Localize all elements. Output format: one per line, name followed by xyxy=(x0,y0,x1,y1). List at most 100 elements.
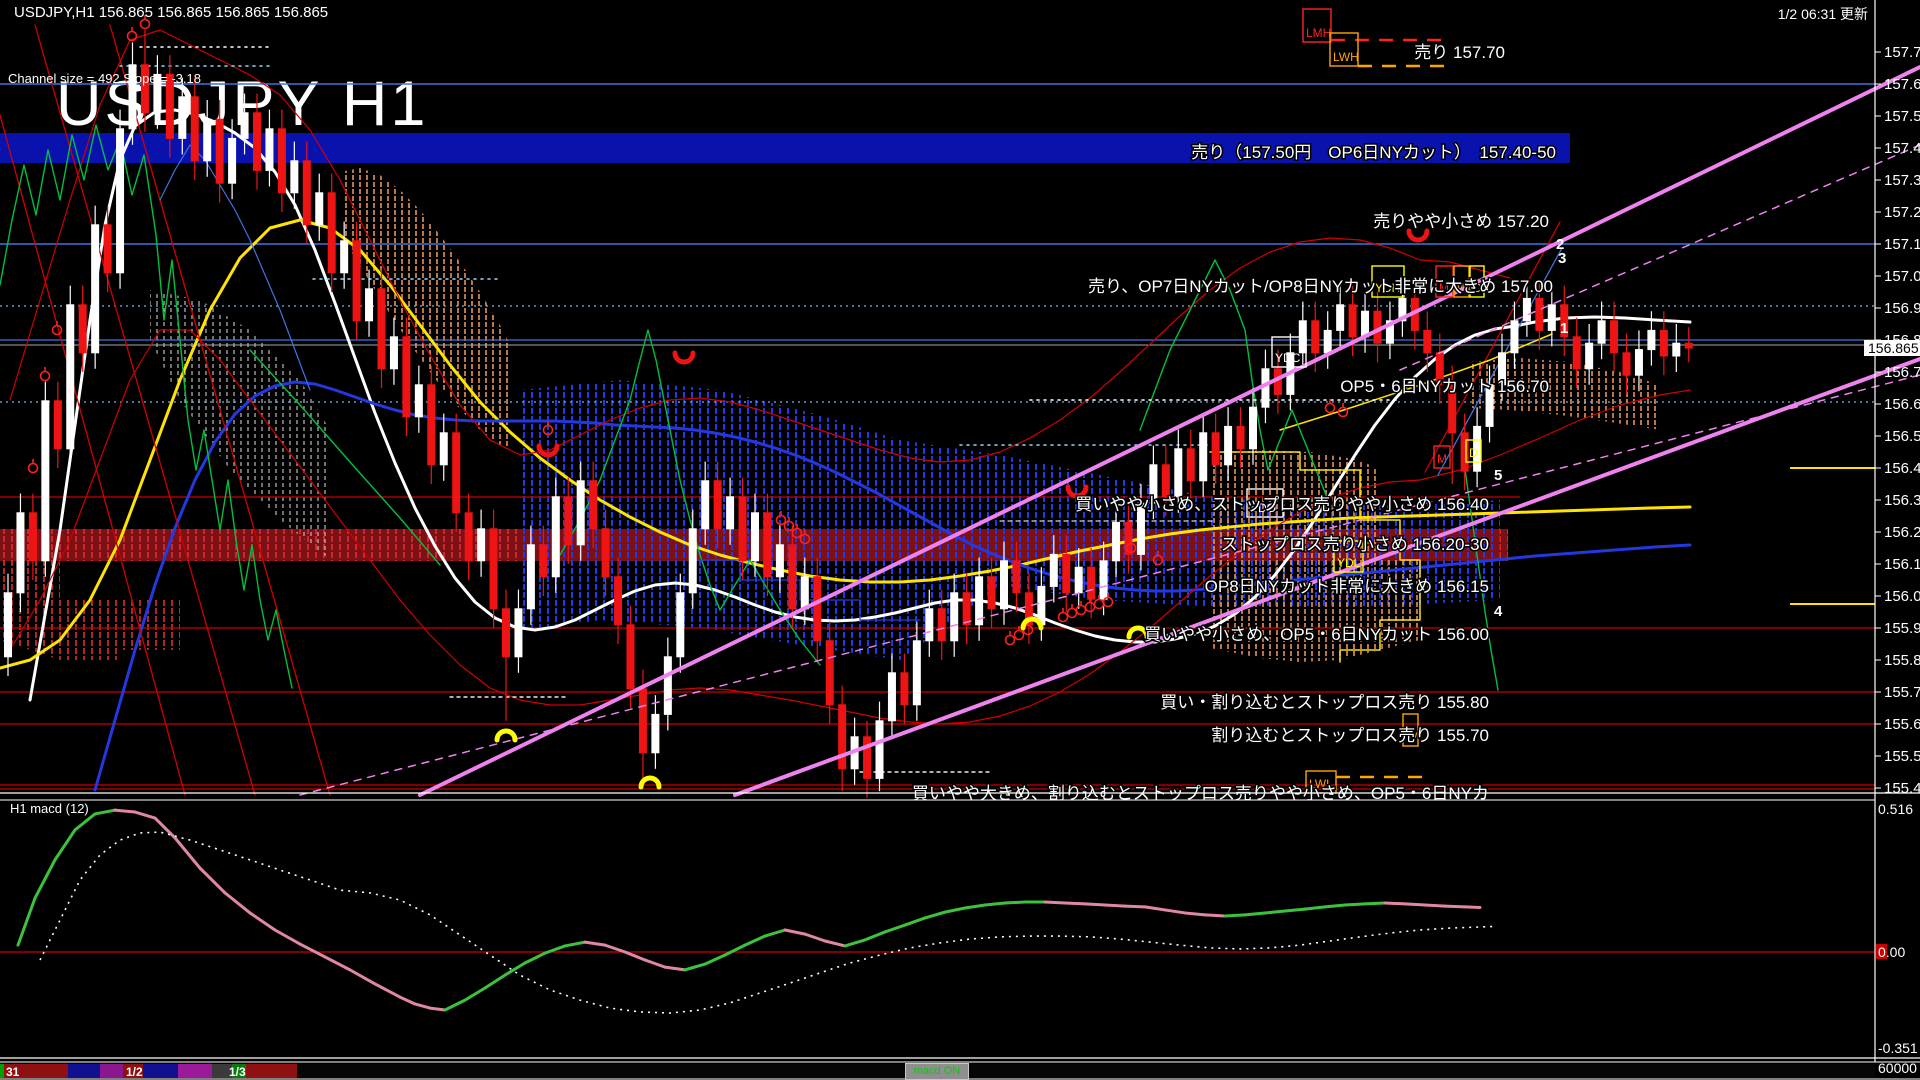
annotation-text: OP5・6日NYカット 156.70 xyxy=(1340,377,1549,396)
price-axis-label: 155.490 xyxy=(1884,780,1920,797)
candle xyxy=(1324,330,1331,352)
price-axis[interactable]: 157.790157.690157.590157.490157.390157.2… xyxy=(1864,0,1920,1062)
candle xyxy=(1200,433,1207,481)
price-axis-label: 156.390 xyxy=(1884,492,1920,509)
candle xyxy=(1113,522,1120,560)
sell-arrow-marker xyxy=(675,353,693,362)
current-price-label: 156.865 xyxy=(1868,340,1919,356)
candle xyxy=(627,625,634,689)
candle xyxy=(5,593,12,657)
price-axis-label: 155.990 xyxy=(1884,620,1920,637)
candle xyxy=(752,513,759,561)
candle xyxy=(1063,554,1070,592)
annotation-text: 売り 157.70 xyxy=(1414,43,1505,62)
sell-circle-marker xyxy=(41,372,50,381)
macd-line-segment xyxy=(805,934,825,941)
macd-line-segment xyxy=(825,941,845,946)
macd-line-segment xyxy=(1185,913,1205,915)
price-axis-label: 157.090 xyxy=(1884,268,1920,285)
candle xyxy=(17,513,24,593)
macd-line-segment xyxy=(465,988,485,1000)
candle xyxy=(278,129,285,193)
candle xyxy=(1648,330,1655,349)
annotation-text: 売り、OP7日NYカット/OP8日NYカット非常に大きめ 157.00 xyxy=(1088,277,1553,296)
macd-line-segment xyxy=(945,908,965,912)
price-chart[interactable]: LMHLWHYDHMWDYDCYDOYDLMDWLWL 売り 157.70売り（… xyxy=(0,0,1920,1080)
candle xyxy=(179,97,186,139)
price-axis-label: 156.790 xyxy=(1884,364,1920,381)
candle xyxy=(303,161,310,225)
macd-line-segment xyxy=(985,903,1005,905)
sell-circle-marker xyxy=(1059,613,1068,622)
macd-line-segment xyxy=(565,942,585,946)
timeline-segment xyxy=(297,1064,1875,1078)
macd-line-segment xyxy=(1465,907,1480,908)
candle xyxy=(1050,554,1057,586)
macd-line-segment xyxy=(400,997,415,1004)
candle xyxy=(254,113,261,171)
macd-line-segment xyxy=(1385,903,1405,904)
wave-count-label: 4 xyxy=(1494,603,1503,620)
candle xyxy=(1623,353,1630,375)
annotation-text: ストップロス売り小さめ 156.20-30 xyxy=(1221,535,1489,554)
macd-line-segment xyxy=(525,953,545,963)
candle xyxy=(1225,426,1232,464)
level-box-label: LMH xyxy=(1306,26,1331,40)
timeline-date-label: 1/3 xyxy=(229,1065,246,1079)
price-axis-label: 157.490 xyxy=(1884,140,1920,157)
price-axis-label: 157.190 xyxy=(1884,236,1920,253)
macd-line-segment xyxy=(225,893,250,913)
candle xyxy=(1349,305,1356,337)
candle xyxy=(266,129,273,171)
candle xyxy=(677,593,684,657)
macd-line-segment xyxy=(1445,906,1465,907)
macd-line-segment xyxy=(905,918,925,925)
timeline-segment xyxy=(68,1064,100,1078)
price-axis-label: 156.090 xyxy=(1884,588,1920,605)
macd-line-segment xyxy=(965,905,985,908)
macd-line-segment xyxy=(200,868,225,893)
candle xyxy=(1673,343,1680,356)
macd-toggle-button[interactable]: macd ON xyxy=(905,1063,969,1080)
macd-line-segment xyxy=(1265,911,1285,913)
candle xyxy=(1088,567,1095,599)
macd-line-segment xyxy=(765,930,785,936)
price-axis-label: 156.690 xyxy=(1884,396,1920,413)
macd-line-segment xyxy=(250,913,275,930)
candle xyxy=(1548,305,1555,331)
candle xyxy=(366,289,373,321)
macd-signal-line xyxy=(40,832,1495,1013)
candle xyxy=(540,545,547,577)
price-axis-label: 155.690 xyxy=(1884,716,1920,733)
candle xyxy=(204,119,211,161)
macd-line-segment xyxy=(1145,907,1165,910)
macd-panel: 0.5160.00-0.35160000 xyxy=(0,793,1920,1076)
candle xyxy=(241,113,248,139)
candle xyxy=(1611,321,1618,353)
candle xyxy=(888,673,895,721)
macd-line-segment xyxy=(1365,903,1385,904)
candle xyxy=(776,545,783,577)
macd-line-segment xyxy=(645,960,665,967)
cloud-red-bottomleft xyxy=(0,560,180,660)
level-box-label: LWH xyxy=(1333,50,1359,64)
candle xyxy=(901,673,908,705)
macd-line-segment xyxy=(35,860,55,898)
candle xyxy=(615,577,622,625)
candle xyxy=(864,737,871,779)
candle xyxy=(1075,567,1082,593)
candle xyxy=(229,138,236,183)
candle xyxy=(839,705,846,769)
annotation-text: 買い・割り込むとストップロス売り 155.80 xyxy=(1160,693,1489,712)
level-box-label: YDL xyxy=(1337,556,1361,570)
candle xyxy=(1237,426,1244,448)
candle xyxy=(316,193,323,225)
candle xyxy=(951,593,958,641)
candle xyxy=(527,545,534,609)
candle xyxy=(1536,298,1543,330)
macd-line-segment xyxy=(415,1004,430,1008)
timeline-segment xyxy=(0,1064,4,1078)
macd-line-segment xyxy=(75,814,95,830)
wave-count-label: 5 xyxy=(1494,467,1502,484)
candle xyxy=(104,225,111,273)
